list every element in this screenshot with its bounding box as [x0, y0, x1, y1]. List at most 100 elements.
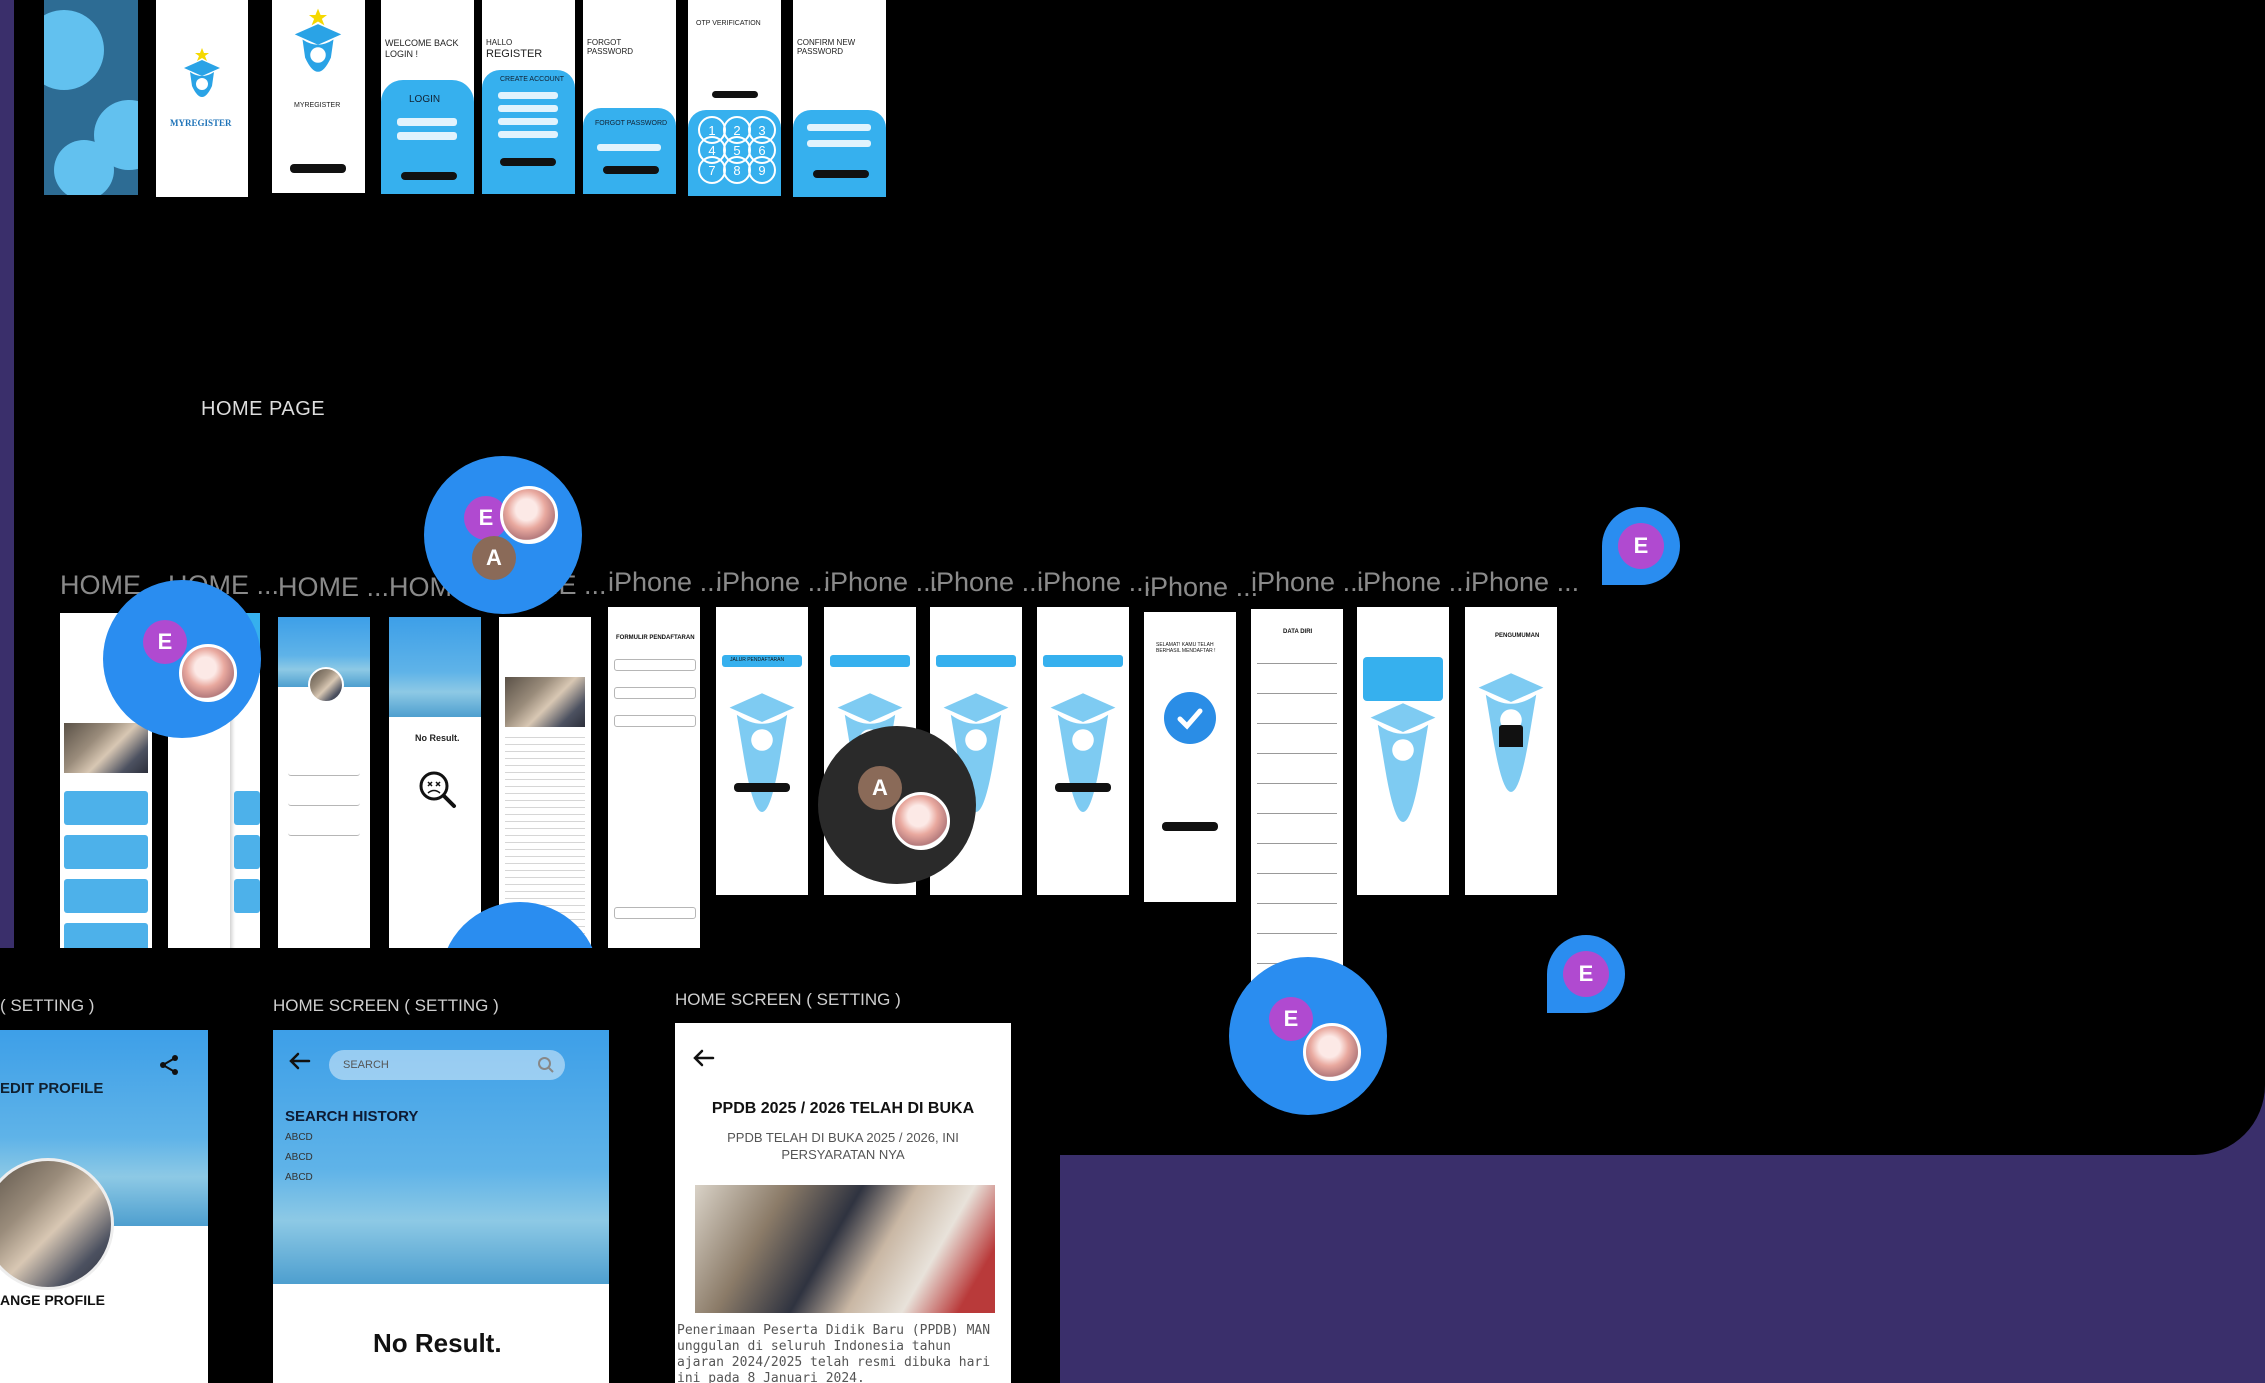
- form-field[interactable]: [614, 715, 696, 727]
- confirm-password-field[interactable]: [807, 140, 871, 147]
- frame-label[interactable]: iPhone ...: [824, 567, 938, 598]
- next-button[interactable]: [290, 164, 346, 173]
- reg-field[interactable]: [498, 118, 558, 125]
- news-card[interactable]: [64, 835, 148, 869]
- verify-button[interactable]: [712, 91, 758, 98]
- register-button[interactable]: [500, 158, 556, 166]
- history-item[interactable]: ABCD: [285, 1172, 313, 1183]
- avatar-photo[interactable]: [1303, 1023, 1361, 1081]
- form-field[interactable]: [614, 687, 696, 699]
- daftar-button[interactable]: [1055, 783, 1111, 792]
- avatar-e[interactable]: E: [143, 620, 187, 664]
- frame-label[interactable]: iPhone ...: [930, 567, 1044, 598]
- menu-card[interactable]: [234, 791, 260, 825]
- cursor-pin-e[interactable]: E: [1547, 935, 1625, 1013]
- history-item[interactable]: ABCD: [285, 1132, 313, 1143]
- menu-card[interactable]: [234, 835, 260, 869]
- key-7[interactable]: 7: [698, 156, 726, 184]
- frame-label[interactable]: iPhone ...: [1251, 567, 1365, 598]
- login-frame[interactable]: WELCOME BACK LOGIN ! LOGIN: [381, 0, 474, 194]
- avatar-photo[interactable]: [892, 792, 950, 850]
- presence-cluster[interactable]: E: [103, 580, 261, 738]
- menu-card[interactable]: [234, 879, 260, 913]
- back-arrow-icon[interactable]: [289, 1052, 311, 1075]
- form-frame[interactable]: FORMULIR PENDAFTARAN: [608, 607, 700, 957]
- zoomed-panel[interactable]: ( SETTING ) HOME SCREEN ( SETTING ) HOME…: [0, 948, 1060, 1383]
- reg-field[interactable]: [498, 131, 558, 138]
- frame-label[interactable]: iPhone ...: [1357, 567, 1471, 598]
- login-button[interactable]: [401, 172, 457, 180]
- profile-avatar[interactable]: [308, 667, 344, 703]
- news-card[interactable]: [64, 879, 148, 913]
- splash-frame-3[interactable]: MYREGISTER: [272, 0, 365, 193]
- avatar-e[interactable]: E: [1563, 951, 1609, 997]
- presence-cluster[interactable]: E A: [424, 456, 582, 614]
- article-screen[interactable]: PPDB 2025 / 2026 TELAH DI BUKA PPDB TELA…: [675, 1023, 1011, 1383]
- profile-field[interactable]: [288, 827, 360, 836]
- frame-label[interactable]: iPhone ...: [1465, 567, 1579, 598]
- otp-frame[interactable]: OTP VERIFICATION 1 2 3 4 5 6 7 8 9: [688, 0, 781, 196]
- avatar-a[interactable]: A: [472, 536, 516, 580]
- key-9[interactable]: 9: [748, 156, 776, 184]
- avatar-e[interactable]: E: [1618, 523, 1664, 569]
- password-field[interactable]: [397, 132, 457, 140]
- frame-label[interactable]: iPhone ...: [1144, 572, 1258, 603]
- frame-label[interactable]: iPhone ...: [1037, 567, 1151, 598]
- back-arrow-icon[interactable]: [693, 1049, 715, 1072]
- search-screen[interactable]: SEARCH SEARCH HISTORY ABCD ABCD ABCD No …: [273, 1030, 609, 1383]
- history-item[interactable]: ABCD: [285, 1152, 313, 1163]
- jalur-frame-1[interactable]: JALUR PENDAFTARAN: [716, 607, 808, 895]
- back-home-button[interactable]: [1162, 822, 1218, 831]
- username-field[interactable]: [397, 118, 457, 126]
- presence-cluster[interactable]: A: [818, 726, 976, 884]
- splash-frame-1[interactable]: [44, 0, 138, 195]
- splash-frame-2[interactable]: MYREGISTER: [156, 0, 248, 197]
- jalur-frame-4[interactable]: [1037, 607, 1129, 895]
- share-icon[interactable]: [158, 1054, 180, 1081]
- profile-field[interactable]: [288, 767, 360, 776]
- forgot-frame[interactable]: FORGOT PASSWORD FORGOT PASSWORD: [583, 0, 676, 194]
- reg-field[interactable]: [498, 105, 558, 112]
- edit-profile-screen[interactable]: EDIT PROFILE ANGE PROFILE: [0, 1030, 208, 1383]
- register-frame[interactable]: HALLO REGISTER CREATE ACCOUNT: [482, 0, 575, 194]
- frame-label[interactable]: HOME: [60, 570, 141, 601]
- info-frame[interactable]: [1357, 607, 1449, 895]
- mascot-logo-icon: [182, 46, 222, 113]
- new-password-field[interactable]: [807, 124, 871, 131]
- frame-label[interactable]: HOME ...: [278, 572, 389, 603]
- key-8[interactable]: 8: [723, 156, 751, 184]
- avatar-photo[interactable]: [179, 644, 237, 702]
- email-field[interactable]: [597, 144, 661, 151]
- avatar-a[interactable]: A: [858, 766, 902, 810]
- form-field[interactable]: [614, 907, 696, 919]
- jalur-dropdown[interactable]: [1043, 655, 1123, 667]
- jalur-dropdown[interactable]: [830, 655, 910, 667]
- profile-frame[interactable]: [278, 617, 370, 962]
- cursor-pin-e[interactable]: E: [1602, 507, 1680, 585]
- confirm-title: CONFIRM NEW PASSWORD: [797, 38, 856, 56]
- success-frame[interactable]: SELAMAT! KAMU TELAH BERHASIL MENDAFTAR !: [1144, 612, 1236, 902]
- jalur-title: JALUR PENDAFTARAN: [730, 657, 785, 663]
- confirm-frame[interactable]: CONFIRM NEW PASSWORD: [793, 0, 886, 197]
- pengumuman-frame[interactable]: PENGUMUMAN: [1465, 607, 1557, 895]
- cloud-shape: [54, 140, 114, 195]
- profile-field[interactable]: [288, 797, 360, 806]
- data-diri-title: DATA DIRI: [1283, 629, 1313, 635]
- avatar-photo[interactable]: [500, 486, 558, 544]
- frame-label[interactable]: iPhone ...: [716, 567, 830, 598]
- app-name-small: MYREGISTER: [294, 102, 341, 109]
- search-frame[interactable]: No Result.: [389, 617, 481, 962]
- send-button[interactable]: [603, 166, 659, 174]
- jalur-dropdown[interactable]: [936, 655, 1016, 667]
- confirm-button[interactable]: [813, 170, 869, 178]
- search-input[interactable]: SEARCH: [329, 1050, 565, 1080]
- reg-field[interactable]: [498, 92, 558, 99]
- presence-cluster[interactable]: E: [1229, 957, 1387, 1115]
- change-profile-link[interactable]: ANGE PROFILE: [0, 1292, 105, 1308]
- frame-label[interactable]: iPhone ...: [608, 567, 722, 598]
- avatar-e[interactable]: E: [1269, 997, 1313, 1041]
- daftar-button[interactable]: [734, 783, 790, 792]
- form-field[interactable]: [614, 659, 696, 671]
- news-card[interactable]: [64, 791, 148, 825]
- search-icon[interactable]: [537, 1056, 555, 1079]
